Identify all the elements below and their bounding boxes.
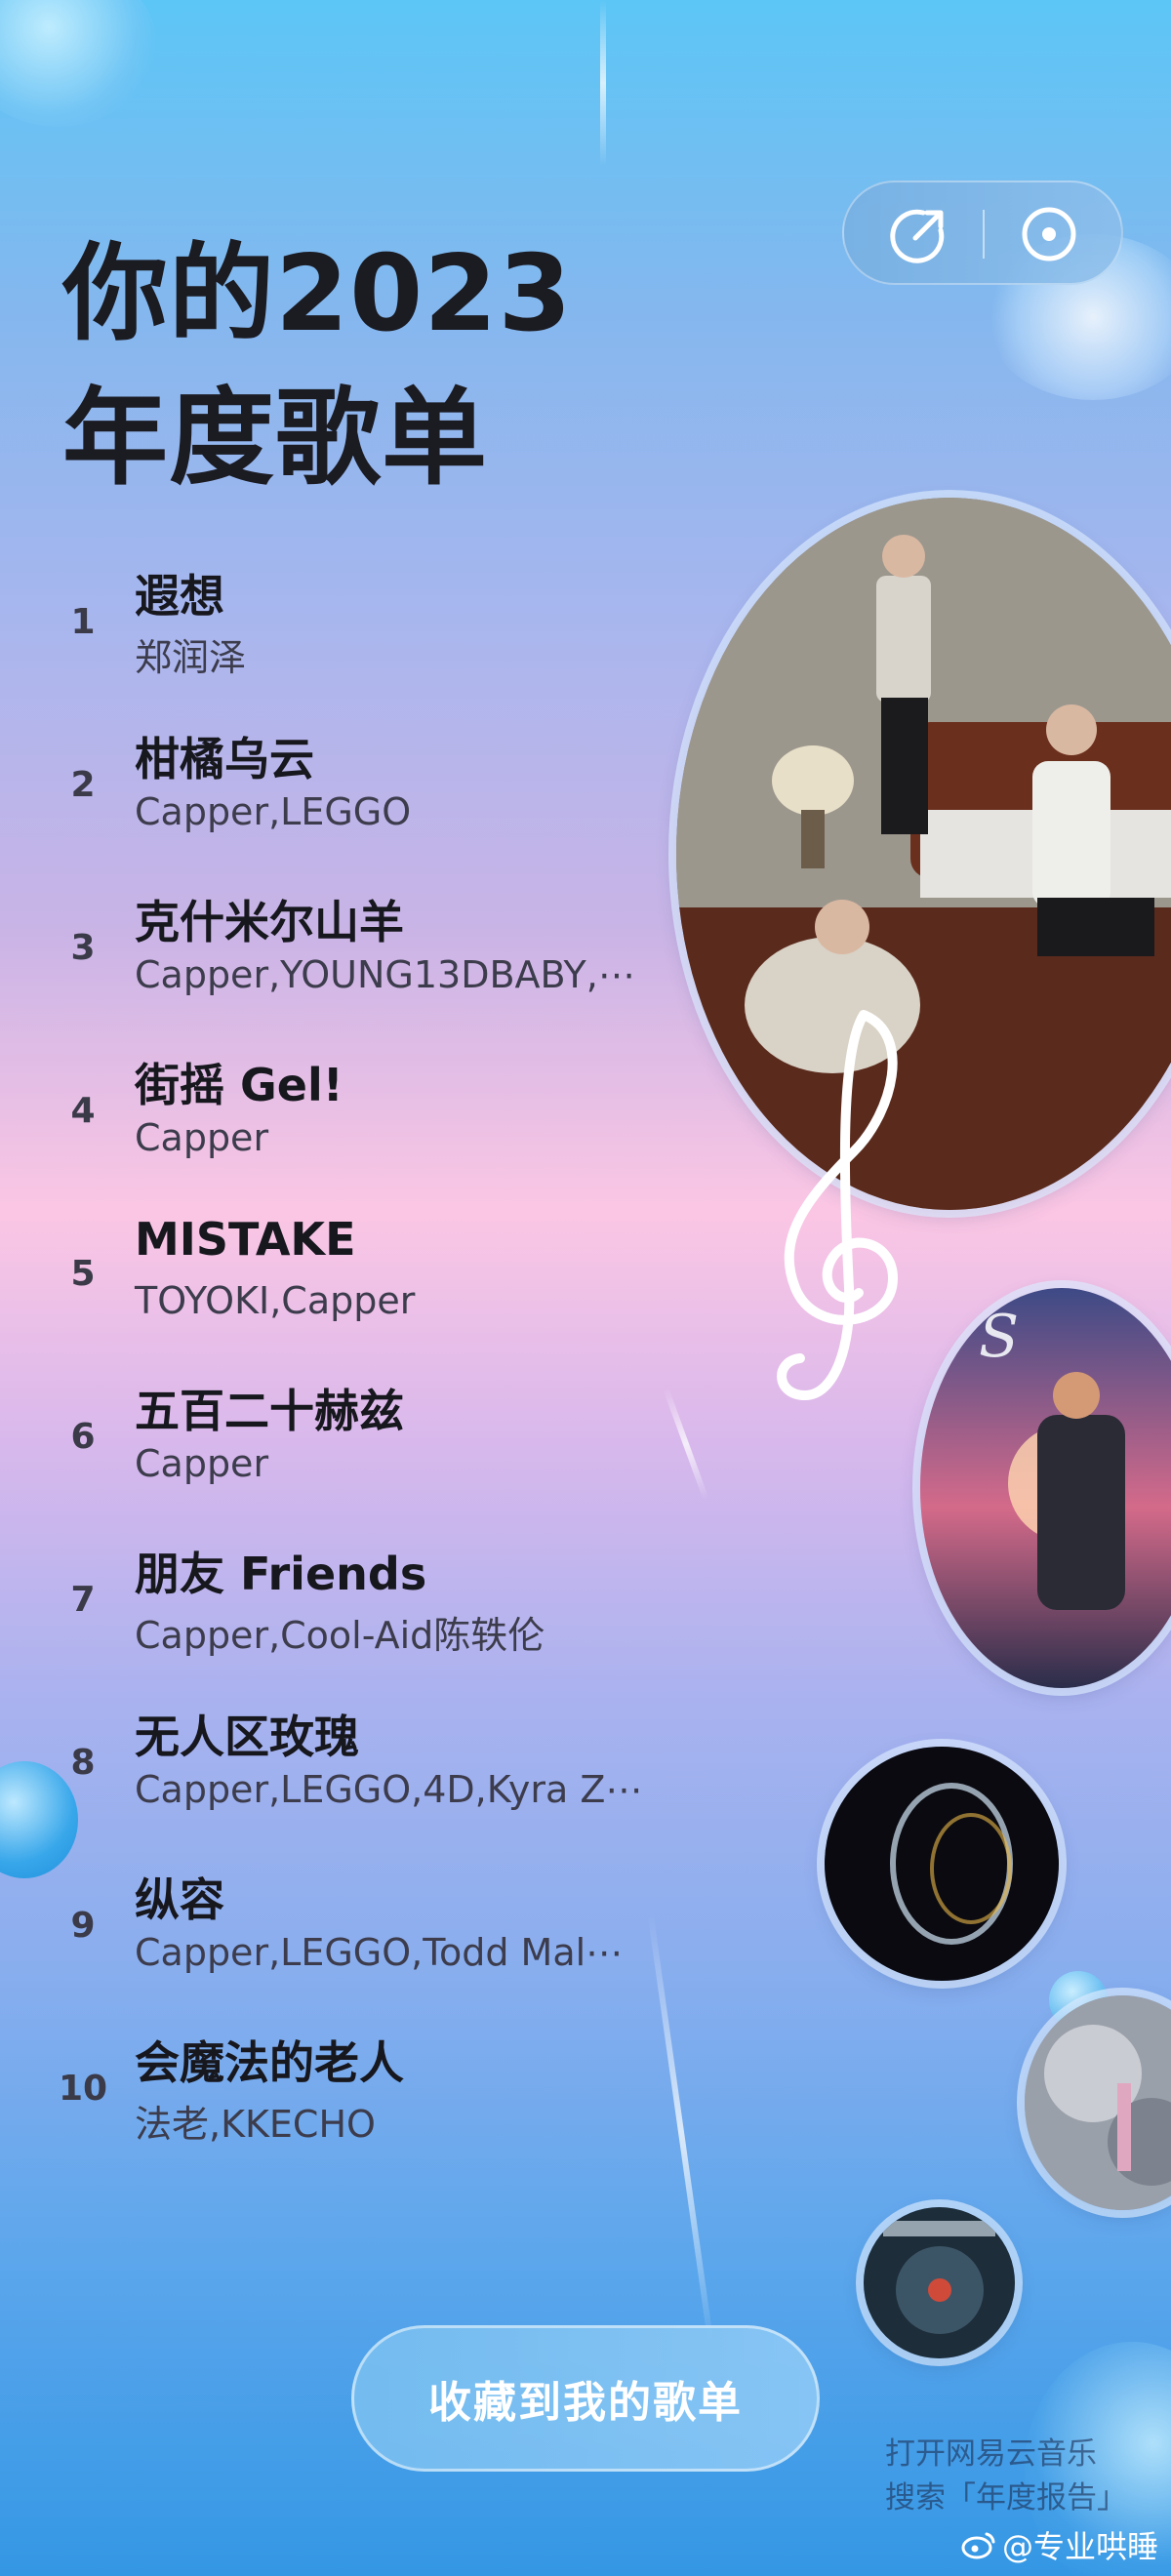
track-row[interactable]: 5 MISTAKE TOYOKI,Capper xyxy=(0,1213,703,1369)
hint-line-1: 打开网易云音乐 xyxy=(885,2436,1097,2472)
track-artist: Capper xyxy=(135,1442,269,1485)
track-title: MISTAKE xyxy=(135,1213,356,1266)
track-row[interactable]: 6 五百二十赫兹 Capper xyxy=(0,1376,703,1532)
cover-art-520hz[interactable] xyxy=(864,2207,1015,2358)
track-rank: 7 xyxy=(70,1580,96,1620)
cover-art-silver[interactable] xyxy=(1025,1995,1171,2210)
track-row[interactable]: 4 街摇 Gel! Capper xyxy=(0,1050,703,1206)
weibo-icon xyxy=(961,2530,996,2559)
track-rank: 8 xyxy=(70,1743,96,1783)
track-title: 会魔法的老人 xyxy=(135,2036,404,2089)
track-title: 克什米尔山羊 xyxy=(135,896,404,948)
track-rank: 3 xyxy=(70,928,96,968)
disc-icon[interactable] xyxy=(1020,205,1078,263)
collect-playlist-button[interactable]: 收藏到我的歌单 xyxy=(351,2325,820,2472)
track-row[interactable]: 7 朋友 Friends Capper,Cool-Aid陈轶伦 xyxy=(0,1539,703,1695)
track-artist: Capper,YOUNG13DBABY,⋯ xyxy=(135,953,635,996)
track-title: 纵容 xyxy=(135,1873,224,1926)
track-rank: 10 xyxy=(58,2069,108,2109)
track-artist: Capper,Cool-Aid陈轶伦 xyxy=(135,1614,545,1657)
track-artist: 郑润泽 xyxy=(135,636,247,679)
track-row[interactable]: 3 克什米尔山羊 Capper,YOUNG13DBABY,⋯ xyxy=(0,887,703,1043)
track-artist: Capper,LEGGO xyxy=(135,790,412,833)
watermark-text: @专业哄睡 xyxy=(1002,2528,1159,2565)
action-pill xyxy=(842,181,1123,285)
track-artist: Capper,LEGGO,Todd Mal⋯ xyxy=(135,1931,624,1974)
weibo-watermark: @专业哄睡 xyxy=(961,2522,1158,2567)
track-title: 五百二十赫兹 xyxy=(135,1385,404,1437)
track-rank: 4 xyxy=(70,1091,96,1131)
track-row[interactable]: 1 遐想 郑润泽 xyxy=(0,561,703,717)
track-artist: Capper xyxy=(135,1116,269,1159)
light-streak xyxy=(600,0,606,166)
decor-bubble xyxy=(0,0,156,127)
share-arrow-icon[interactable] xyxy=(890,205,949,263)
track-title: 柑橘乌云 xyxy=(135,733,314,785)
track-row[interactable]: 8 无人区玫瑰 Capper,LEGGO,4D,Kyra Z⋯ xyxy=(0,1702,703,1858)
pill-divider xyxy=(983,210,985,259)
cover-art-sword[interactable]: S xyxy=(920,1288,1171,1688)
track-rank: 9 xyxy=(70,1906,96,1946)
hint-line-2: 搜索「年度报告」 xyxy=(885,2480,1127,2516)
svg-text:S: S xyxy=(979,1303,1019,1371)
track-title: 朋友 Friends xyxy=(135,1548,427,1600)
page-title: 你的2023 年度歌单 xyxy=(62,222,573,511)
title-line-1: 你的2023 xyxy=(62,233,573,355)
track-row[interactable]: 10 会魔法的老人 法老,KKECHO xyxy=(0,2028,703,2184)
search-hint: 打开网易云音乐 搜索「年度报告」 xyxy=(885,2433,1127,2520)
track-artist: 法老,KKECHO xyxy=(135,2103,376,2146)
track-title: 遐想 xyxy=(135,570,224,623)
track-row[interactable]: 2 柑橘乌云 Capper,LEGGO xyxy=(0,724,703,880)
track-rank: 2 xyxy=(70,765,96,805)
track-row[interactable]: 9 纵容 Capper,LEGGO,Todd Mal⋯ xyxy=(0,1865,703,2021)
year-playlist-screen: 你的2023 年度歌单 1 遐想 郑润泽 2 柑橘乌云 Capper,LEGGO… xyxy=(0,0,1171,2576)
track-rank: 1 xyxy=(70,602,96,642)
track-title: 无人区玫瑰 xyxy=(135,1711,359,1763)
track-artist: TOYOKI,Capper xyxy=(135,1279,416,1322)
track-artist: Capper,LEGGO,4D,Kyra Z⋯ xyxy=(135,1768,643,1811)
track-title: 街摇 Gel! xyxy=(135,1059,343,1111)
track-rank: 6 xyxy=(70,1417,96,1457)
title-line-2: 年度歌单 xyxy=(62,378,489,500)
treble-clef-icon xyxy=(747,995,942,1425)
track-rank: 5 xyxy=(70,1254,96,1294)
cover-art-dark-orb[interactable] xyxy=(825,1747,1059,1981)
